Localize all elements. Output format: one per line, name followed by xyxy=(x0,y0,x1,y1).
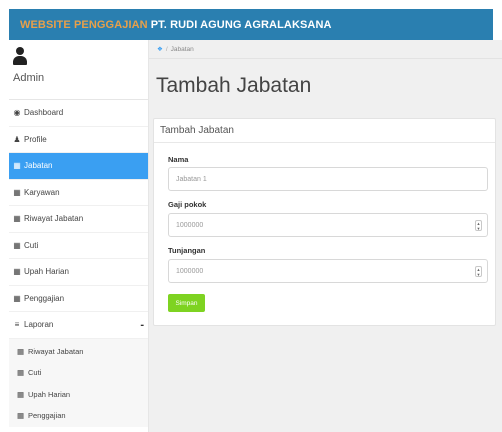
breadcrumb-separator: / xyxy=(165,45,168,53)
sidebar-item-riwayat-jabatan[interactable]: ▦ Riwayat Jabatan xyxy=(9,206,148,233)
submenu-item-riwayat-jabatan[interactable]: ▦ Riwayat Jabatan xyxy=(9,341,148,363)
sidebar-item-upah-harian[interactable]: ▦ Upah Harian xyxy=(9,259,148,286)
page-title: Tambah Jabatan xyxy=(156,74,312,97)
sidebar-item-label: Laporan xyxy=(24,320,54,330)
panel-title: Tambah Jabatan xyxy=(154,119,495,143)
sidebar: Admin ◉ Dashboard ♟ Profile ▦ Jabatan ▦ … xyxy=(9,40,149,432)
table-icon: ▦ xyxy=(17,389,25,399)
table-icon: ▦ xyxy=(13,267,21,277)
table-icon: ▦ xyxy=(17,346,25,356)
breadcrumb-current: Jabatan xyxy=(170,45,194,53)
gaji-pokok-input[interactable]: 1000000 ▲ ▼ xyxy=(168,213,488,237)
submenu-item-cuti[interactable]: ▦ Cuti xyxy=(9,362,148,384)
user-icon xyxy=(13,47,27,65)
main-content: ❖ / Jabatan Tambah Jabatan Tambah Jabata… xyxy=(149,40,502,432)
sidebar-item-label: Dashboard xyxy=(24,108,64,118)
sidebar-item-label: Upah Harian xyxy=(24,267,69,277)
home-icon[interactable]: ❖ xyxy=(157,45,163,53)
sidebar-item-label: Jabatan xyxy=(24,161,53,171)
sidebar-item-label: Karyawan xyxy=(24,187,60,197)
user-panel: Admin xyxy=(9,40,148,100)
sidebar-item-label: Profile xyxy=(24,134,47,144)
submenu-item-label: Cuti xyxy=(28,368,42,378)
table-icon: ▦ xyxy=(17,368,25,378)
site-title-prefix: WEBSITE PENGGAJIAN xyxy=(20,18,148,31)
number-stepper[interactable]: ▲ ▼ xyxy=(475,266,482,277)
laporan-submenu: ▦ Riwayat Jabatan ▦ Cuti ▦ Upah Harian ▦… xyxy=(9,338,148,427)
nama-input[interactable]: Jabatan 1 xyxy=(168,167,488,191)
table-icon: ▦ xyxy=(13,214,21,224)
nama-label: Nama xyxy=(168,155,189,164)
submenu-item-label: Upah Harian xyxy=(28,389,71,399)
site-title-company: PT. RUDI AGUNG AGRALAKSANA xyxy=(150,18,332,31)
tunjangan-label: Tunjangan xyxy=(168,246,206,255)
sidebar-item-profile[interactable]: ♟ Profile xyxy=(9,127,148,153)
number-stepper[interactable]: ▲ ▼ xyxy=(475,220,482,231)
sidebar-item-dashboard[interactable]: ◉ Dashboard xyxy=(9,100,148,127)
sidebar-item-label: Penggajian xyxy=(24,293,65,303)
collapse-toggle[interactable]: - xyxy=(140,319,144,331)
gaji-pokok-label: Gaji pokok xyxy=(168,200,207,209)
breadcrumb: ❖ / Jabatan xyxy=(149,40,502,59)
table-icon: ▦ xyxy=(13,240,21,250)
list-icon: ≡ xyxy=(14,320,20,330)
submenu-item-label: Riwayat Jabatan xyxy=(28,346,84,356)
sidebar-item-cuti[interactable]: ▦ Cuti xyxy=(9,233,148,259)
sidebar-item-laporan[interactable]: ≡ Laporan - xyxy=(9,312,148,339)
sidebar-item-label: Cuti xyxy=(24,240,39,250)
table-icon: ▦ xyxy=(17,411,25,421)
simpan-button[interactable]: Simpan xyxy=(168,294,205,312)
table-icon: ▦ xyxy=(13,293,21,303)
sidebar-item-karyawan[interactable]: ▦ Karyawan xyxy=(9,180,148,206)
form-panel: Tambah Jabatan Nama Jabatan 1 Gaji pokok… xyxy=(153,118,496,326)
submenu-item-upah-harian[interactable]: ▦ Upah Harian xyxy=(9,384,148,406)
user-name: Admin xyxy=(13,72,45,84)
user-icon: ♟ xyxy=(13,134,21,144)
dashboard-icon: ◉ xyxy=(13,108,21,118)
table-icon: ▦ xyxy=(13,187,21,197)
sidebar-item-label: Riwayat Jabatan xyxy=(24,214,84,224)
tunjangan-placeholder: 1000000 xyxy=(176,267,204,275)
submenu-item-label: Penggajian xyxy=(28,411,66,421)
sidebar-item-penggajian[interactable]: ▦ Penggajian xyxy=(9,286,148,312)
top-header-bar: WEBSITE PENGGAJIAN PT. RUDI AGUNG AGRALA… xyxy=(9,9,493,40)
sidebar-item-jabatan[interactable]: ▦ Jabatan xyxy=(9,153,148,180)
gaji-pokok-placeholder: 1000000 xyxy=(176,221,204,229)
submenu-item-penggajian[interactable]: ▦ Penggajian xyxy=(9,405,148,427)
table-icon: ▦ xyxy=(13,161,21,171)
tunjangan-input[interactable]: 1000000 ▲ ▼ xyxy=(168,259,488,283)
